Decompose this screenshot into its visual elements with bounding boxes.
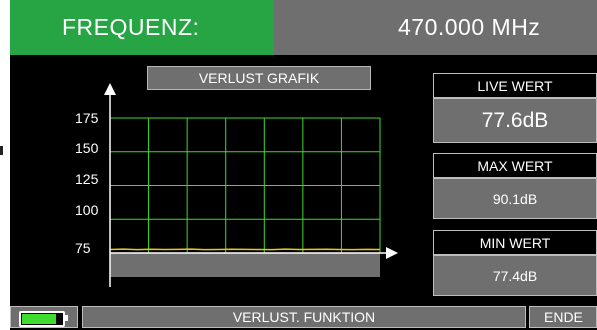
x-axis-arrow xyxy=(386,247,398,259)
battery-icon xyxy=(19,311,65,327)
edge-marker xyxy=(0,146,3,155)
max-value: 90.1dB xyxy=(433,178,597,219)
live-value-label: LIVE WERT xyxy=(433,73,597,98)
function-button[interactable]: VERLUST. FUNKTION xyxy=(82,306,526,328)
footer-bar: VERLUST. FUNKTION ENDE xyxy=(10,304,597,330)
end-button[interactable]: ENDE xyxy=(529,306,597,328)
battery-level xyxy=(22,314,56,324)
battery-indicator xyxy=(10,306,78,328)
max-value-label: MAX WERT xyxy=(433,153,597,178)
battery-tip xyxy=(65,315,68,321)
graph-grid xyxy=(110,117,381,253)
graph-baseline-fill xyxy=(110,253,380,277)
analyzer-screen: FREQUENZ: 470.000 MHz VERLUST GRAFIK 175… xyxy=(10,0,597,330)
loss-trace xyxy=(109,248,381,251)
min-value: 77.4dB xyxy=(433,255,597,296)
y-axis-arrow xyxy=(104,83,116,95)
min-value-label: MIN WERT xyxy=(433,230,597,255)
live-value: 77.6dB xyxy=(433,98,597,143)
